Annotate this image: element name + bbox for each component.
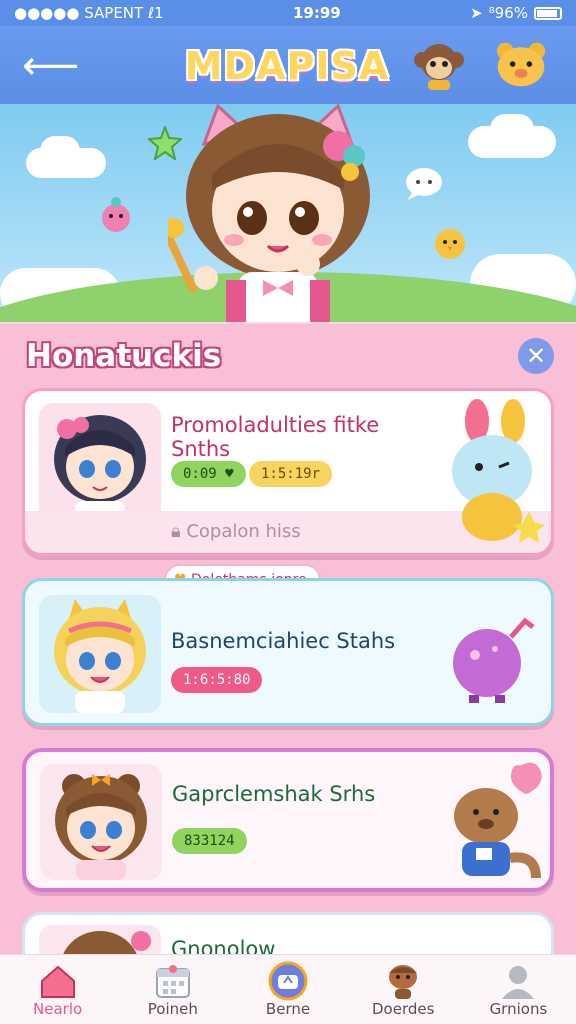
card-title: Basnemciahiec Stahs — [171, 629, 396, 653]
battery-icon — [534, 6, 562, 20]
panel-title: Honatuckis — [26, 338, 222, 374]
timer-badge: 833124 — [172, 828, 247, 854]
tab-label: Berne — [265, 1000, 311, 1018]
character-thumbnail — [39, 595, 161, 713]
character-thumbnail — [40, 764, 162, 880]
app-bar: ⟵ MDAPISA — [0, 26, 576, 104]
carrier-text: ●●●●● SAPENT ℓ1 — [14, 4, 164, 22]
timer-badge: 1:6:5:80 — [171, 667, 263, 693]
timer-badge: 0:09 ♥ — [171, 461, 246, 487]
monkey-avatar-icon[interactable] — [412, 38, 466, 92]
character-icon — [389, 965, 418, 999]
bottom-tab-bar: Nearlo Poineh Berne Doerdes Grnions — [0, 954, 576, 1024]
app-logo: MDAPISA — [184, 44, 390, 88]
calendar-icon — [155, 965, 190, 998]
tab-characters[interactable]: Doerdes — [346, 955, 461, 1024]
battery-text: ⁸96% — [488, 4, 528, 22]
tab-label: Doerdes — [371, 1000, 435, 1018]
chick-icon — [435, 229, 465, 259]
card-title: Promoladulties fitke Snths — [171, 413, 380, 461]
clock: 19:99 — [293, 4, 341, 22]
arrow-left-icon[interactable]: ⟵ — [22, 40, 79, 92]
tab-game[interactable]: Berne — [230, 955, 345, 1024]
list-item[interactable]: Gaprclemshak Srhs 833124 — [22, 748, 554, 892]
tab-home[interactable]: Nearlo — [0, 955, 115, 1024]
tab-label: Poineh — [147, 1000, 198, 1018]
profile-icon — [502, 966, 535, 999]
hero-character — [168, 104, 370, 322]
list-item[interactable]: Basnemciahiec Stahs 1:6:5:80 — [22, 578, 554, 726]
list-item[interactable]: Promoladulties fitke Snths 0:09 ♥ 1:5:19… — [22, 388, 554, 556]
card-subtitle: 🔒︎ Copalon hiss — [171, 521, 301, 542]
status-bar: ●●●●● SAPENT ℓ1 19:99 ➤ ⁸96% — [0, 0, 576, 26]
card-title: Gaprclemshak Srhs — [172, 782, 376, 806]
balloon-creature-icon — [443, 609, 535, 705]
location-icon: ➤ — [470, 4, 483, 22]
game-icon — [268, 961, 308, 1001]
bunny-mascot-icon — [437, 397, 547, 547]
bear-avatar-icon[interactable] — [494, 38, 548, 92]
tab-profile[interactable]: Grnions — [461, 955, 576, 1024]
tab-calendar[interactable]: Poineh — [115, 955, 230, 1024]
close-icon[interactable]: ✕ — [518, 338, 554, 374]
tab-label: Grnions — [489, 1000, 548, 1018]
speech-bubble-icon — [406, 168, 442, 200]
pink-creature-icon — [102, 197, 130, 232]
dog-mascot-icon — [440, 758, 550, 888]
hero-banner — [0, 104, 576, 322]
tab-label: Nearlo — [33, 1000, 83, 1018]
time-badge: 1:5:19r — [249, 461, 333, 487]
home-icon — [40, 965, 75, 998]
lock-icon: 🔒︎ — [171, 521, 181, 542]
